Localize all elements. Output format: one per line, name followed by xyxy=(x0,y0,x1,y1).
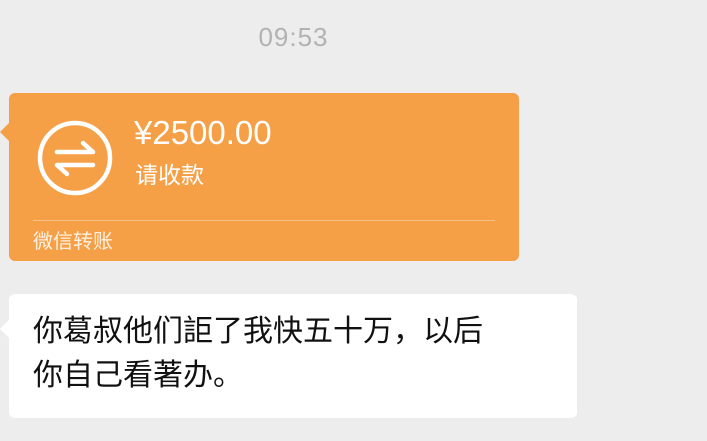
transfer-divider xyxy=(33,220,495,221)
message-text: 你葛叔他们詎了我快五十万，以后 你自己看著办。 xyxy=(33,314,483,393)
message-timestamp: 09:53 xyxy=(258,22,329,52)
transfer-message-bubble[interactable]: ¥2500.00 请收款 微信转账 xyxy=(0,93,519,261)
transfer-footer-label: 微信转账 xyxy=(33,229,113,253)
transfer-status: 请收款 xyxy=(135,163,204,189)
transfer-amount: ¥2500.00 xyxy=(134,114,272,151)
chat-screen: 09:53 ¥2500.00 请收款 微信转账 你葛叔他们詎了我快五十万，以后 … xyxy=(0,0,707,441)
transfer-arrows-icon xyxy=(37,120,113,196)
text-message-bubble[interactable]: 你葛叔他们詎了我快五十万，以后 你自己看著办。 xyxy=(0,294,577,418)
